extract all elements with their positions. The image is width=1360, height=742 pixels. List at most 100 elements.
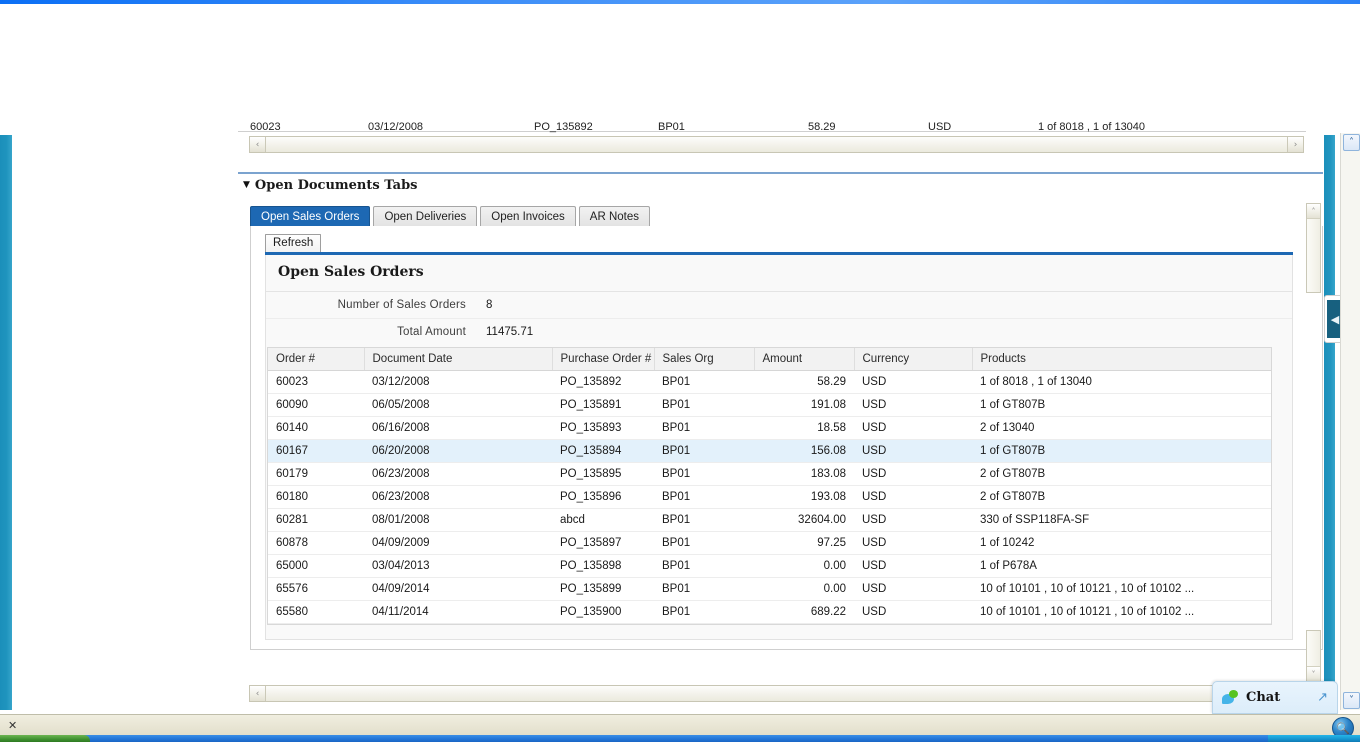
cell-purchase-order: PO_135899 (552, 577, 654, 601)
upper-cell-products: 1 of 8018 , 1 of 13040 (1038, 121, 1146, 133)
panel-vscroll-track-top[interactable] (1307, 219, 1320, 292)
scroll-down-icon[interactable]: ˅ (1307, 666, 1320, 681)
tab-ar-notes[interactable]: AR Notes (578, 206, 650, 226)
cell-currency: USD (854, 485, 972, 509)
cell-sales-org: BP01 (654, 393, 754, 417)
cell-amount: 156.08 (754, 439, 854, 463)
cell-products: 1 of 10242 (972, 531, 1271, 555)
refresh-button[interactable]: Refresh (265, 234, 322, 252)
cell-amount: 183.08 (754, 462, 854, 486)
table-row[interactable]: 65576 04/09/2014 PO_135899 BP01 0.00 USD 10 of… (268, 577, 1271, 601)
cell-document-date: 06/23/2008 (364, 462, 552, 486)
table-row[interactable]: 65000 03/04/2013 PO_135898 BP01 0.00 USD 1 of … (268, 554, 1271, 578)
table-row[interactable]: 60180 06/23/2008 PO_135896 BP01 193.08 USD 2 o… (268, 485, 1271, 509)
panel-vscroll-track-bottom[interactable] (1307, 631, 1320, 666)
column-header-purchase-order[interactable]: Purchase Order # (552, 348, 655, 371)
cell-amount: 193.08 (754, 485, 854, 509)
column-header-document-date[interactable]: Document Date (364, 348, 553, 371)
cell-order: 60281 (268, 508, 364, 532)
screen-root: 60023 03/12/2008 PO_135892 BP01 58.29 US… (0, 0, 1360, 742)
cell-currency: USD (854, 416, 972, 440)
sales-orders-grid: Order # Document Date Purchase Order # S… (267, 347, 1272, 625)
page-hscrollbar[interactable]: ‹ › (249, 685, 1304, 702)
panel-vscrollbar-bottom[interactable]: ˅ (1306, 630, 1321, 682)
cell-purchase-order: PO_135896 (552, 485, 654, 509)
table-row[interactable]: 60140 06/16/2008 PO_135893 BP01 18.58 USD 2 of… (268, 416, 1271, 440)
upper-hscroll-track[interactable] (266, 137, 1287, 152)
table-row[interactable]: 65580 04/11/2014 PO_135900 BP01 689.22 USD 10 … (268, 600, 1271, 624)
panel-toolbar: Refresh (265, 234, 322, 252)
cell-order: 60180 (268, 485, 364, 509)
upper-cell-org: BP01 (658, 121, 685, 133)
browser-top-strip (0, 0, 1360, 4)
cell-amount: 191.08 (754, 393, 854, 417)
page-hscroll-track[interactable] (266, 686, 1287, 701)
chat-expand-icon[interactable]: ↗ (1317, 690, 1328, 705)
cell-order: 60140 (268, 416, 364, 440)
column-header-currency[interactable]: Currency (854, 348, 973, 371)
cell-document-date: 06/23/2008 (364, 485, 552, 509)
cell-purchase-order: PO_135892 (552, 370, 654, 394)
cell-order: 65000 (268, 554, 364, 578)
cell-order: 60179 (268, 462, 364, 486)
page-scroll-left-icon[interactable]: ‹ (250, 686, 266, 701)
column-header-amount[interactable]: Amount (754, 348, 855, 371)
browser-scroll-down-icon[interactable]: ˅ (1343, 692, 1360, 709)
tab-open-deliveries[interactable]: Open Deliveries (373, 206, 478, 226)
upper-cell-order: 60023 (250, 121, 281, 133)
cell-purchase-order: PO_135893 (552, 416, 654, 440)
table-row[interactable]: 60023 03/12/2008 PO_135892 BP01 58.29 USD 1 of… (268, 370, 1271, 394)
tab-open-sales-orders[interactable]: Open Sales Orders (250, 206, 371, 226)
section-divider (238, 172, 1323, 174)
cell-products: 2 of GT807B (972, 485, 1271, 509)
os-taskbar (0, 735, 1360, 742)
cell-document-date: 04/11/2014 (364, 600, 552, 624)
cell-order: 60023 (268, 370, 364, 394)
cell-currency: USD (854, 439, 972, 463)
tab-open-invoices[interactable]: Open Invoices (480, 206, 576, 226)
table-row[interactable]: 60090 06/05/2008 PO_135891 BP01 191.08 USD 1 o… (268, 393, 1271, 417)
column-header-products[interactable]: Products (972, 348, 1271, 371)
browser-scroll-up-icon[interactable]: ˄ (1343, 134, 1360, 151)
column-header-order[interactable]: Order # (268, 348, 365, 371)
collapse-caret-icon[interactable]: ▼ (243, 181, 250, 190)
table-row[interactable]: 60878 04/09/2009 PO_135897 BP01 97.25 USD 1 of… (268, 531, 1271, 555)
upper-cell-currency: USD (928, 121, 952, 133)
cell-document-date: 04/09/2014 (364, 577, 552, 601)
taskbar-start-button[interactable] (0, 735, 90, 742)
scroll-right-icon[interactable]: › (1287, 137, 1303, 152)
cell-sales-org: BP01 (654, 485, 754, 509)
browser-vscrollbar[interactable]: ˄ ˅ (1340, 133, 1360, 710)
cell-order: 60167 (268, 439, 364, 463)
cell-amount: 97.25 (754, 531, 854, 555)
cell-products: 10 of 10101 , 10 of 10121 , 10 of 10102 … (972, 600, 1271, 624)
table-row[interactable]: 60179 06/23/2008 PO_135895 BP01 183.08 USD 2 o… (268, 462, 1271, 486)
cell-products: 2 of GT807B (972, 462, 1271, 486)
taskbar-system-tray[interactable] (1268, 735, 1360, 742)
table-row[interactable]: 60167 06/20/2008 PO_135894 BP01 156.08 USD 1 o… (268, 439, 1271, 463)
upper-grid-hscrollbar[interactable]: ‹ › (249, 136, 1304, 153)
cell-amount: 18.58 (754, 416, 854, 440)
chat-widget[interactable]: Chat ↗ (1212, 681, 1338, 714)
cell-products: 2 of 13040 (972, 416, 1271, 440)
scroll-left-icon[interactable]: ‹ (250, 137, 266, 152)
cell-sales-org: BP01 (654, 462, 754, 486)
cell-currency: USD (854, 577, 972, 601)
panel-vscrollbar-top[interactable]: ˄ (1306, 203, 1321, 293)
column-header-sales-org[interactable]: Sales Org (654, 348, 755, 371)
cell-document-date: 06/05/2008 (364, 393, 552, 417)
cell-products: 10 of 10101 , 10 of 10121 , 10 of 10102 … (972, 577, 1271, 601)
summary-value-number-of-sales-orders: 8 (486, 299, 493, 311)
cell-order: 60090 (268, 393, 364, 417)
summary-row-total-amount: Total Amount 11475.71 (266, 318, 1292, 344)
cell-purchase-order: PO_135900 (552, 600, 654, 624)
cell-currency: USD (854, 508, 972, 532)
cell-document-date: 06/16/2008 (364, 416, 552, 440)
scroll-up-icon[interactable]: ˄ (1307, 204, 1320, 219)
cell-purchase-order: PO_135895 (552, 462, 654, 486)
summary-label-number-of-sales-orders: Number of Sales Orders (337, 299, 466, 311)
close-icon[interactable]: ✕ (8, 719, 17, 732)
tab-content-panel: Refresh Open Sales Orders Number of Sale… (250, 226, 1323, 650)
table-row[interactable]: 60281 08/01/2008 abcd BP01 32604.00 USD 330 of… (268, 508, 1271, 532)
summary-label-total-amount: Total Amount (397, 325, 466, 338)
